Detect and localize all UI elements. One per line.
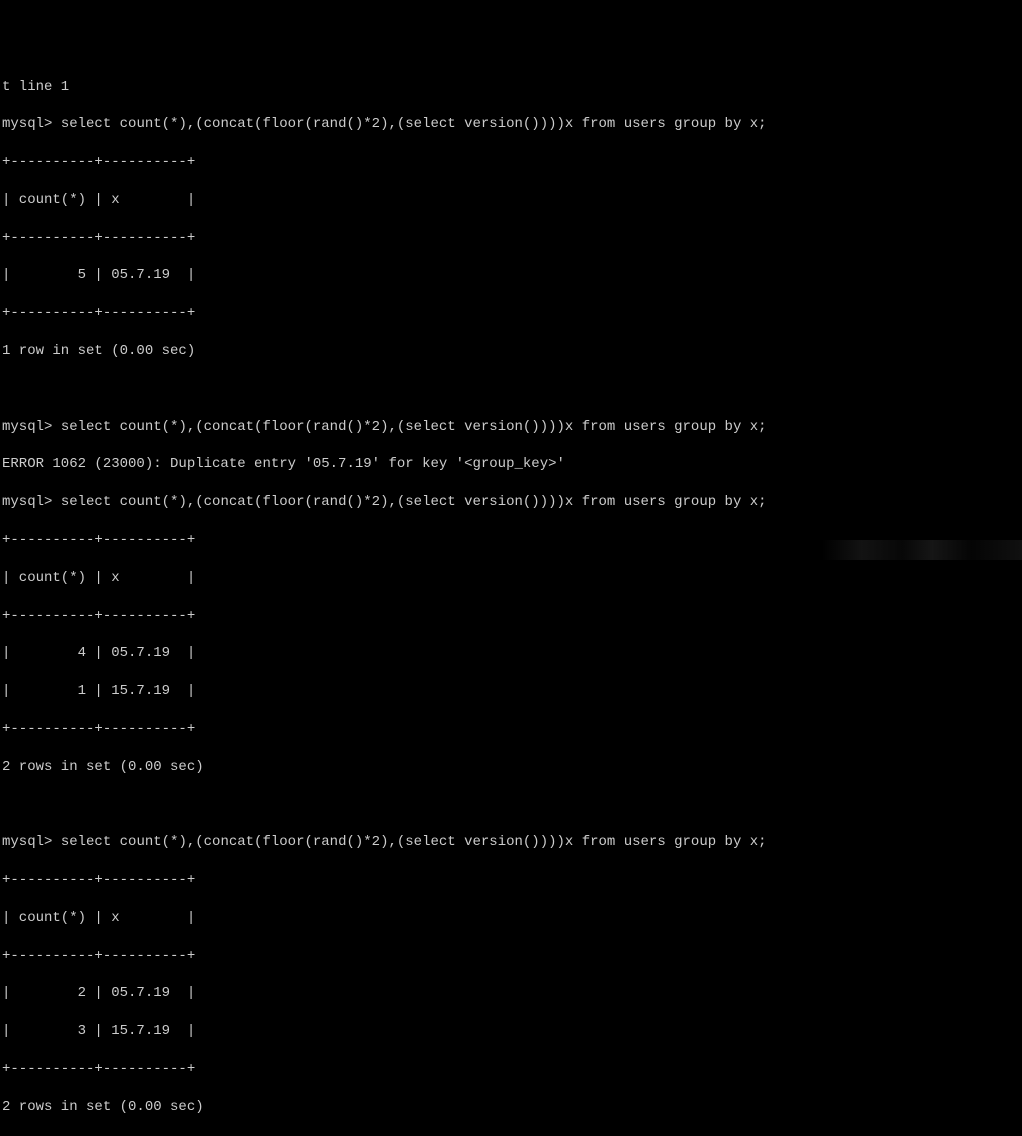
sql-query: select count(*),(concat(floor(rand()*2),… <box>61 834 767 850</box>
mysql-prompt: mysql> <box>2 116 52 132</box>
error-line: ERROR 1062 (23000): Duplicate entry '05.… <box>2 455 1022 474</box>
table-border: +----------+----------+ <box>2 153 1022 172</box>
table-border: +----------+----------+ <box>2 229 1022 248</box>
mysql-prompt: mysql> <box>2 419 52 435</box>
query-line: mysql> select count(*),(concat(floor(ran… <box>2 115 1022 134</box>
table-row: | 2 | 05.7.19 | <box>2 984 1022 1003</box>
blank-line <box>2 380 1022 399</box>
rows-summary: 2 rows in set (0.00 sec) <box>2 758 1022 777</box>
sql-query: select count(*),(concat(floor(rand()*2),… <box>61 494 767 510</box>
output-line: t line 1 <box>2 78 1022 97</box>
query-line: mysql> select count(*),(concat(floor(ran… <box>2 493 1022 512</box>
table-border: +----------+----------+ <box>2 1060 1022 1079</box>
mysql-prompt: mysql> <box>2 834 52 850</box>
table-row: | 4 | 05.7.19 | <box>2 644 1022 663</box>
sql-query: select count(*),(concat(floor(rand()*2),… <box>61 419 767 435</box>
rows-summary: 2 rows in set (0.00 sec) <box>2 1098 1022 1117</box>
table-border: +----------+----------+ <box>2 947 1022 966</box>
query-line: mysql> select count(*),(concat(floor(ran… <box>2 833 1022 852</box>
table-border: +----------+----------+ <box>2 607 1022 626</box>
sql-query: select count(*),(concat(floor(rand()*2),… <box>61 116 767 132</box>
table-header: | count(*) | x | <box>2 569 1022 588</box>
table-border: +----------+----------+ <box>2 304 1022 323</box>
table-border: +----------+----------+ <box>2 871 1022 890</box>
blank-line <box>2 795 1022 814</box>
table-border: +----------+----------+ <box>2 720 1022 739</box>
blank-line <box>2 1135 1022 1136</box>
table-row: | 1 | 15.7.19 | <box>2 682 1022 701</box>
query-line: mysql> select count(*),(concat(floor(ran… <box>2 418 1022 437</box>
image-artifact <box>822 540 1022 560</box>
rows-summary: 1 row in set (0.00 sec) <box>2 342 1022 361</box>
table-row: | 5 | 05.7.19 | <box>2 266 1022 285</box>
mysql-prompt: mysql> <box>2 494 52 510</box>
table-header: | count(*) | x | <box>2 191 1022 210</box>
table-header: | count(*) | x | <box>2 909 1022 928</box>
table-row: | 3 | 15.7.19 | <box>2 1022 1022 1041</box>
